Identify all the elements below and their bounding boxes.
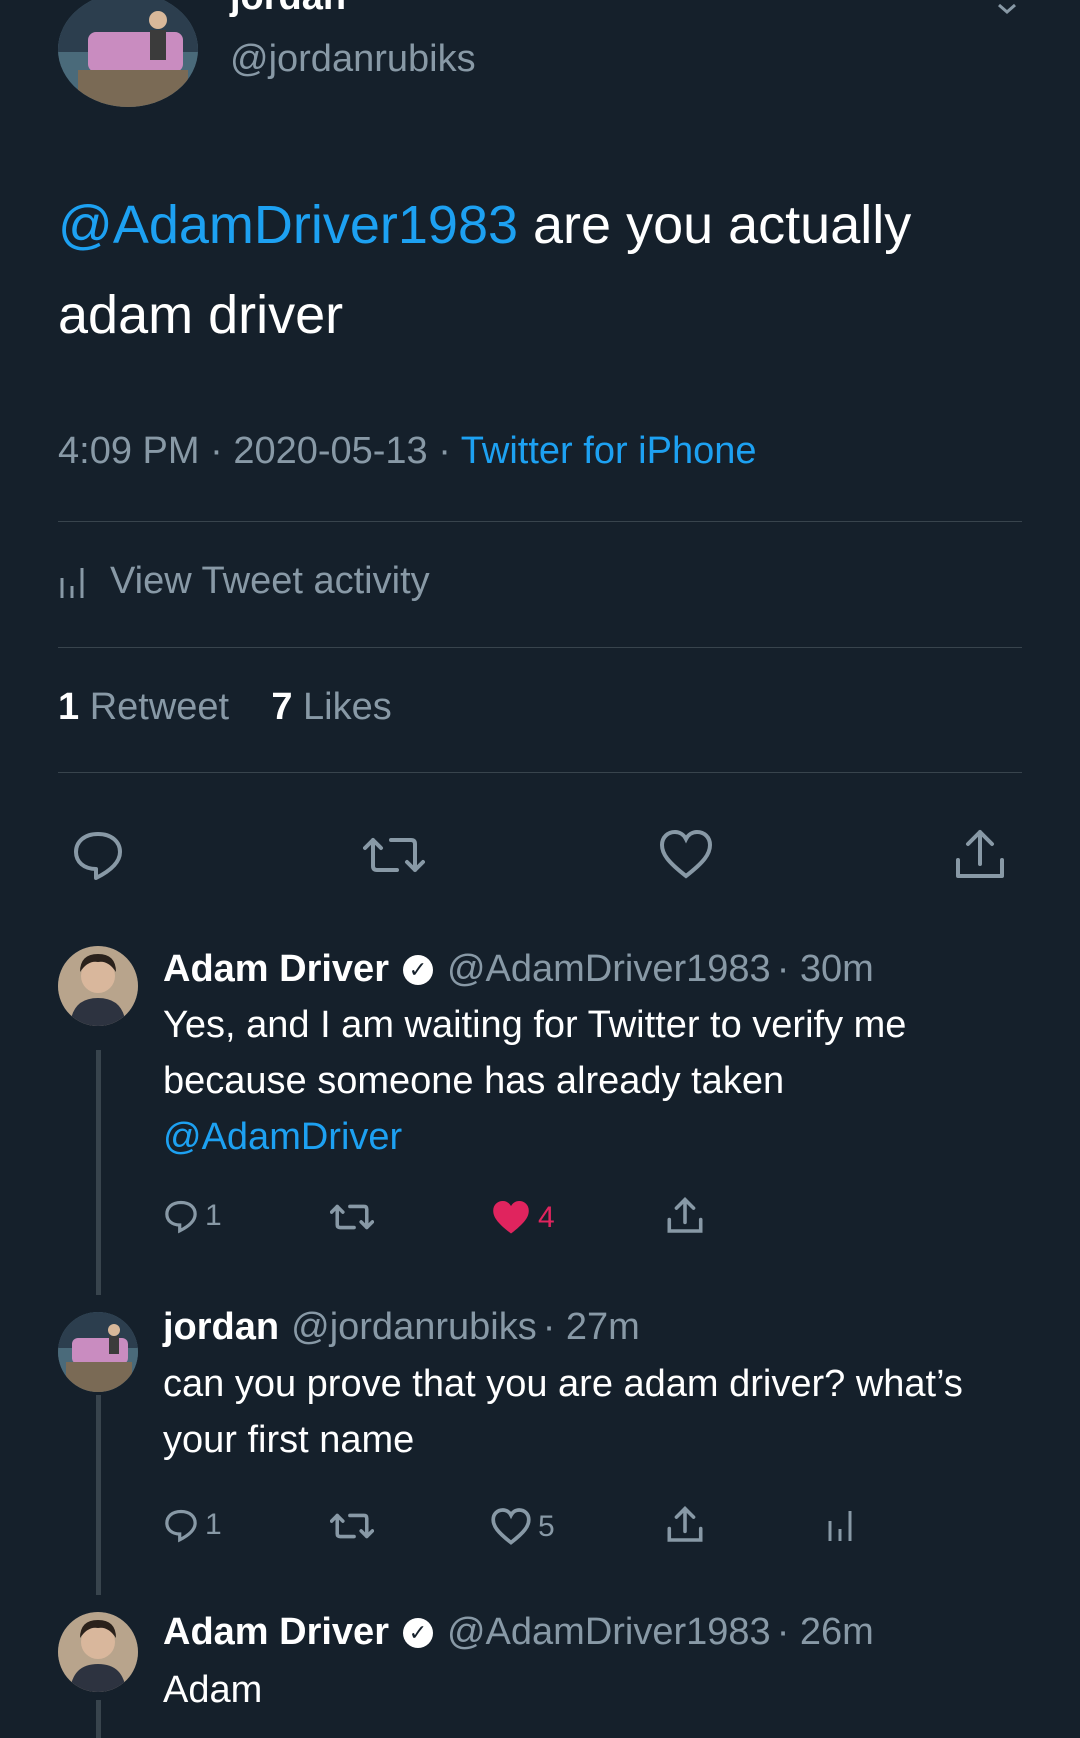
author-handle[interactable]: @jordanrubiks xyxy=(230,38,476,81)
heart-icon xyxy=(490,1198,532,1238)
reply-time: · 27m xyxy=(542,1306,640,1348)
reply-icon xyxy=(70,828,126,882)
retweets-link[interactable]: 1 Retweet xyxy=(58,686,229,728)
reply-count: 1 xyxy=(205,1199,222,1232)
like-label: Likes xyxy=(303,686,392,728)
thread-line xyxy=(96,1700,101,1738)
share-button[interactable] xyxy=(952,828,1008,882)
reply-text: can you prove that you are adam driver? … xyxy=(163,1363,963,1461)
like-count: 7 xyxy=(271,686,293,728)
author-avatar[interactable] xyxy=(58,0,198,107)
like-count: 4 xyxy=(538,1201,555,1234)
share-icon xyxy=(952,828,1008,882)
heart-icon xyxy=(490,1507,532,1547)
tweet-date: 2020-05-13 xyxy=(233,430,428,472)
reply-author-handle[interactable]: @AdamDriver1983 xyxy=(447,948,771,991)
reply-icon xyxy=(163,1507,199,1543)
divider xyxy=(58,647,1022,648)
retweet-count: 1 xyxy=(58,686,80,728)
like-button[interactable]: 4 xyxy=(490,1198,555,1238)
tweet-stats: 1 Retweet 7 Likes xyxy=(58,686,392,729)
tweet-mention[interactable]: @AdamDriver1983 xyxy=(58,195,518,255)
author-name[interactable]: jordan xyxy=(230,0,346,19)
likes-link[interactable]: 7 Likes xyxy=(271,686,391,728)
analytics-button[interactable] xyxy=(826,1507,856,1543)
reply-text: Yes, and I am waiting for Twitter to ver… xyxy=(163,997,1023,1165)
thread-line xyxy=(96,1050,101,1295)
meta-separator: · xyxy=(210,430,223,472)
retweet-button[interactable] xyxy=(330,1198,374,1236)
reply-author-name[interactable]: Adam Driver xyxy=(163,1611,389,1654)
like-count: 5 xyxy=(538,1510,555,1543)
reply-header: Adam Driver ✓ @AdamDriver1983 · 26m xyxy=(163,1611,874,1654)
reply-author-handle[interactable]: @jordanrubiks xyxy=(291,1306,537,1349)
retweet-icon xyxy=(363,828,425,882)
reply-author-handle[interactable]: @AdamDriver1983 xyxy=(447,1611,771,1654)
meta-separator: · xyxy=(438,430,451,472)
reply-author-name[interactable]: Adam Driver xyxy=(163,948,389,991)
reply-time: · 26m xyxy=(776,1611,874,1653)
reply-body: Yes, and I am waiting for Twitter to ver… xyxy=(163,1004,907,1102)
tweet-meta: 4:09 PM · 2020-05-13 · Twitter for iPhon… xyxy=(58,430,756,473)
reply-count: 1 xyxy=(205,1508,222,1541)
reply-author-name[interactable]: jordan xyxy=(163,1306,279,1349)
heart-icon xyxy=(658,828,714,882)
analytics-icon xyxy=(58,564,88,600)
verified-badge-icon: ✓ xyxy=(402,954,433,985)
like-button[interactable]: 5 xyxy=(490,1507,555,1547)
retweet-button[interactable] xyxy=(363,828,425,882)
reply-mention[interactable]: @AdamDriver xyxy=(163,1116,402,1158)
reply-avatar[interactable] xyxy=(58,946,138,1026)
view-tweet-activity-label: View Tweet activity xyxy=(110,560,430,602)
like-button[interactable] xyxy=(658,828,714,882)
thread-line xyxy=(96,1395,101,1595)
retweet-icon xyxy=(330,1198,374,1236)
share-icon xyxy=(665,1505,705,1545)
chevron-down-icon[interactable] xyxy=(996,2,1018,16)
tweet-text: @AdamDriver1983 are you actually adam dr… xyxy=(58,180,1038,360)
divider xyxy=(58,772,1022,773)
share-button[interactable] xyxy=(665,1196,705,1236)
share-icon xyxy=(665,1196,705,1236)
divider xyxy=(58,521,1022,522)
reply-header: jordan @jordanrubiks · 27m xyxy=(163,1306,640,1349)
tweet-time: 4:09 PM xyxy=(58,430,200,472)
verified-badge-icon: ✓ xyxy=(402,1617,433,1648)
reply-header: Adam Driver ✓ @AdamDriver1983 · 30m xyxy=(163,948,874,991)
retweet-icon xyxy=(330,1507,374,1545)
share-button[interactable] xyxy=(665,1505,705,1545)
reply-button[interactable] xyxy=(70,828,126,882)
retweet-button[interactable] xyxy=(330,1507,374,1545)
view-tweet-activity-button[interactable]: View Tweet activity xyxy=(58,560,430,603)
tweet-client-link[interactable]: Twitter for iPhone xyxy=(461,430,757,472)
analytics-icon xyxy=(826,1507,856,1543)
reply-avatar[interactable] xyxy=(58,1312,138,1392)
reply-button[interactable]: 1 xyxy=(163,1507,222,1543)
reply-icon xyxy=(163,1198,199,1234)
reply-button[interactable]: 1 xyxy=(163,1198,222,1234)
retweet-label: Retweet xyxy=(89,686,230,728)
reply-text: Adam xyxy=(163,1669,263,1711)
reply-time: · 30m xyxy=(776,948,874,990)
reply-avatar[interactable] xyxy=(58,1612,138,1692)
